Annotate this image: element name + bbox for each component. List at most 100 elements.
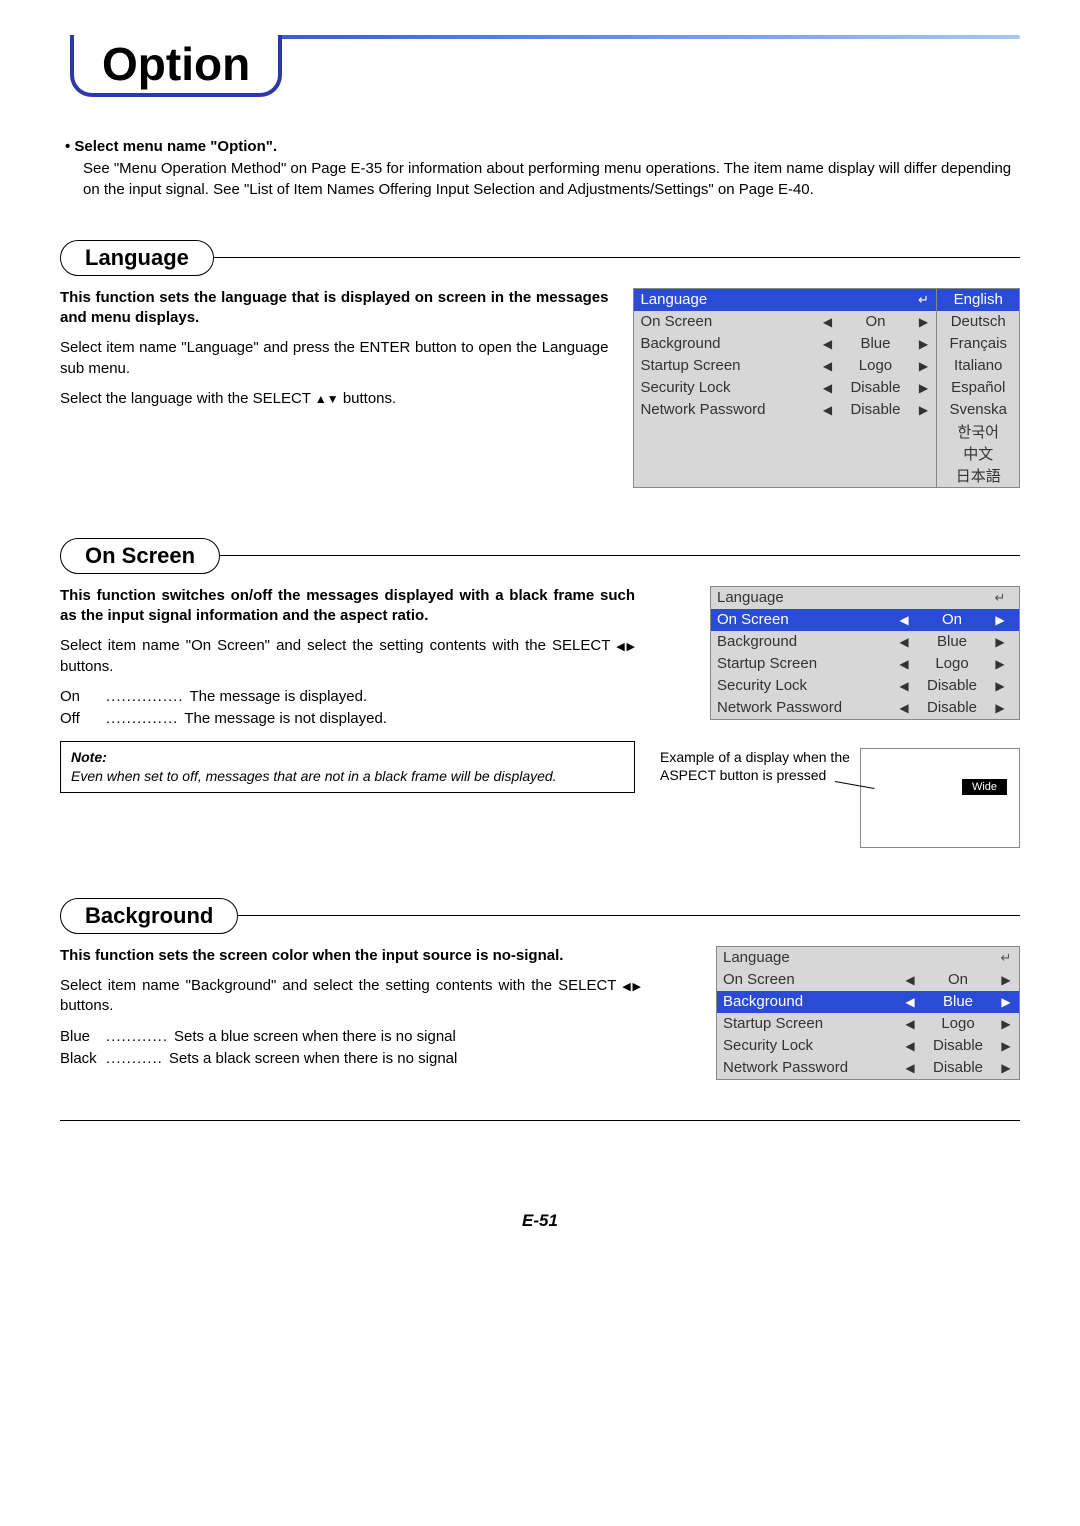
right-arrow-icon: ▶ bbox=[987, 679, 1013, 693]
onscreen-on-line: On ............... The message is displa… bbox=[60, 687, 635, 707]
example-label: Example of a display when the ASPECT but… bbox=[660, 748, 850, 784]
section-onscreen: On Screen This function switches on/off … bbox=[60, 538, 1020, 848]
menu-row: Security Lock◀Disable▶ bbox=[634, 377, 936, 399]
language-option: 中文 bbox=[937, 443, 1019, 465]
t: Select item name "Background" and select… bbox=[60, 977, 622, 994]
heading-pill: Background bbox=[60, 898, 238, 934]
background-p1: Select item name "Background" and select… bbox=[60, 976, 641, 1017]
menu-row: Security Lock◀Disable▶ bbox=[717, 1035, 1019, 1057]
language-option: Deutsch bbox=[937, 311, 1019, 333]
menu-row-name: Background bbox=[634, 335, 814, 352]
page-title: Option bbox=[70, 35, 282, 97]
language-option: Italiano bbox=[937, 355, 1019, 377]
menu-row: Language ↵ bbox=[717, 947, 1019, 969]
menu-row-name: Background bbox=[711, 633, 891, 650]
menu-row-name: Network Password bbox=[634, 401, 814, 418]
right-arrow-icon: ▶ bbox=[987, 613, 1013, 627]
t: Off bbox=[60, 709, 100, 729]
onscreen-p1: Select item name "On Screen" and select … bbox=[60, 636, 635, 677]
left-arrow-icon: ◀ bbox=[897, 995, 923, 1009]
menu-row-value: On bbox=[923, 971, 993, 988]
menu-row: Network Password◀Disable▶ bbox=[634, 399, 936, 421]
menu-row-name: Security Lock bbox=[717, 1037, 897, 1054]
right-arrow-icon: ▶ bbox=[993, 1017, 1019, 1031]
menu-row-value: Disable bbox=[917, 699, 987, 716]
menu-row-name: On Screen bbox=[634, 313, 814, 330]
menu-row: Security Lock◀Disable▶ bbox=[711, 675, 1019, 697]
left-arrow-icon: ◀ bbox=[814, 315, 840, 329]
enter-icon: ↵ bbox=[910, 292, 936, 308]
menu-row: Background◀Blue▶ bbox=[634, 333, 936, 355]
background-bold: This function sets the screen color when… bbox=[60, 946, 641, 966]
left-arrow-icon: ◀ bbox=[891, 679, 917, 693]
section-heading: Language bbox=[60, 240, 1020, 276]
left-arrow-icon: ◀ bbox=[891, 635, 917, 649]
t: buttons. bbox=[339, 390, 397, 407]
language-option: Svenska bbox=[937, 399, 1019, 421]
right-arrow-icon: ▶ bbox=[910, 315, 936, 329]
menu-row-value: Blue bbox=[923, 993, 993, 1010]
menu-row: Network Password◀Disable▶ bbox=[717, 1057, 1019, 1079]
language-p1: Select item name "Language" and press th… bbox=[60, 338, 608, 379]
menu-row: On Screen◀On▶ bbox=[634, 311, 936, 333]
section-background: Background This function sets the screen… bbox=[60, 898, 1020, 1080]
t: Blue bbox=[60, 1027, 100, 1047]
menu-row-name: Background bbox=[717, 993, 897, 1010]
note-body: Even when set to off, messages that are … bbox=[71, 767, 624, 786]
right-arrow-icon: ▶ bbox=[910, 403, 936, 417]
menu-row-name: Language bbox=[717, 949, 897, 966]
menu-row: Network Password◀Disable▶ bbox=[711, 697, 1019, 719]
heading-pill: Language bbox=[60, 240, 214, 276]
onscreen-text: This function switches on/off the messag… bbox=[60, 586, 635, 793]
left-arrow-icon: ◀ bbox=[814, 337, 840, 351]
menu-row: Language↵ bbox=[711, 587, 1019, 609]
right-arrow-icon: ▶ bbox=[993, 1039, 1019, 1053]
right-arrow-icon: ▶ bbox=[993, 1061, 1019, 1075]
left-arrow-icon: ◀ bbox=[891, 701, 917, 715]
left-arrow-icon: ◀ bbox=[814, 381, 840, 395]
t: On bbox=[60, 687, 100, 707]
right-arrow-icon: ▶ bbox=[993, 973, 1019, 987]
bottom-rule bbox=[60, 1120, 1020, 1121]
menu-row-name: Startup Screen bbox=[634, 357, 814, 374]
intro-lead: • Select menu name "Option". bbox=[65, 137, 1015, 157]
menu-row-value: Disable bbox=[840, 401, 910, 418]
right-arrow-icon: ▶ bbox=[993, 995, 1019, 1009]
intro-body: See "Menu Operation Method" on Page E-35… bbox=[65, 159, 1015, 200]
right-arrow-icon: ▶ bbox=[910, 381, 936, 395]
language-submenu: EnglishDeutschFrançaisItalianoEspañolSve… bbox=[937, 288, 1020, 488]
page-number: E-51 bbox=[60, 1211, 1020, 1231]
menu-row-name: Network Password bbox=[711, 699, 891, 716]
menu-row-value: On bbox=[840, 313, 910, 330]
t: Sets a black screen when there is no sig… bbox=[169, 1049, 458, 1069]
menu-row-name: Security Lock bbox=[711, 677, 891, 694]
page-title-bar: Option bbox=[60, 35, 1020, 97]
language-option: 한국어 bbox=[937, 421, 1019, 443]
t: Black bbox=[60, 1049, 100, 1069]
menu-row-value: Disable bbox=[923, 1037, 993, 1054]
t: ........... bbox=[106, 1049, 163, 1069]
onscreen-note: Note: Even when set to off, messages tha… bbox=[60, 741, 635, 793]
right-arrow-icon: ▶ bbox=[987, 657, 1013, 671]
left-arrow-icon: ◀ bbox=[897, 1061, 923, 1075]
menu-row: Startup Screen◀Logo▶ bbox=[711, 653, 1019, 675]
t: The message is displayed. bbox=[190, 687, 368, 707]
menu-row-name: Startup Screen bbox=[717, 1015, 897, 1032]
menu-row-value: On bbox=[917, 611, 987, 628]
menu-row-value: Disable bbox=[840, 379, 910, 396]
section-language: Language This function sets the language… bbox=[60, 240, 1020, 488]
menu-row: On Screen◀On▶ bbox=[717, 969, 1019, 991]
option-menu-onscreen: Language↵On Screen◀On▶Background◀Blue▶St… bbox=[710, 586, 1020, 720]
t: The message is not displayed. bbox=[184, 709, 387, 729]
right-arrow-icon: ▶ bbox=[910, 359, 936, 373]
option-menu-language: Language↵On Screen◀On▶Background◀Blue▶St… bbox=[633, 288, 937, 488]
left-arrow-icon: ◀ bbox=[814, 359, 840, 373]
enter-icon: ↵ bbox=[993, 950, 1019, 966]
left-arrow-icon: ◀ bbox=[891, 613, 917, 627]
menu-row: Startup Screen◀Logo▶ bbox=[634, 355, 936, 377]
menu-row: Background◀Blue▶ bbox=[717, 991, 1019, 1013]
heading-rule bbox=[219, 555, 1020, 556]
heading-rule bbox=[237, 915, 1020, 916]
enter-icon: ↵ bbox=[987, 590, 1013, 606]
leftright-icon: ◀▶ bbox=[616, 641, 635, 653]
